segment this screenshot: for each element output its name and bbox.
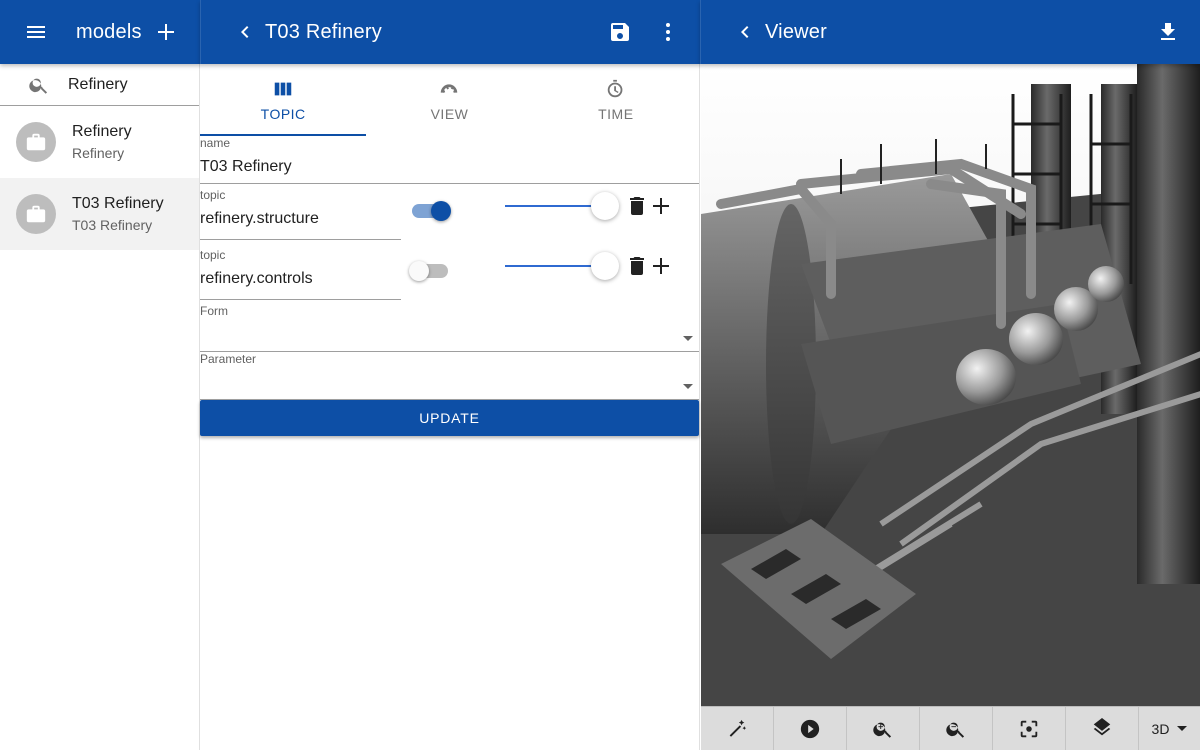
dimension-select[interactable]: 3D <box>1139 707 1200 750</box>
models-title: models <box>76 20 142 43</box>
chevron-down-icon <box>1177 726 1188 731</box>
models-panel: Refinery Refinery T03 Refinery T03 Refin… <box>0 64 200 750</box>
topic-label: topic <box>200 248 226 262</box>
update-button[interactable]: UPDATE <box>200 400 699 436</box>
tab-topic[interactable]: TOPIC <box>200 64 367 136</box>
more-vert-icon[interactable] <box>644 8 692 56</box>
play-icon[interactable] <box>774 707 847 750</box>
slider-knob[interactable] <box>591 192 619 220</box>
menu-icon[interactable] <box>12 8 60 56</box>
briefcase-icon <box>26 205 46 223</box>
briefcase-icon <box>26 133 46 151</box>
layers-icon[interactable] <box>1066 707 1139 750</box>
delete-icon[interactable] <box>625 194 649 218</box>
model-subtitle: T03 Refinery <box>72 217 153 233</box>
editor-title: T03 Refinery <box>265 20 382 43</box>
view-columns-icon <box>274 82 292 96</box>
topic-input[interactable] <box>200 210 401 228</box>
avatar <box>16 194 56 234</box>
editor-app-bar: T03 Refinery <box>200 0 700 64</box>
zoom-in-icon[interactable] <box>847 707 920 750</box>
name-label: name <box>200 136 231 150</box>
form-select[interactable]: Form <box>200 304 699 352</box>
3d-viewer-canvas[interactable] <box>701 64 1200 706</box>
save-icon[interactable] <box>596 8 644 56</box>
app: models T03 Refinery Viewer Refinery Refi… <box>0 0 1200 750</box>
topic-editor-panel: TOPIC VIEW TIME name topic <box>200 64 700 750</box>
model-name: T03 Refinery <box>72 195 164 212</box>
topic-row: topic <box>200 188 699 244</box>
parameter-select[interactable]: Parameter <box>200 352 699 400</box>
viewer-title: Viewer <box>765 20 827 43</box>
refinery-3d-render <box>701 64 1200 706</box>
model-name: Refinery <box>72 123 132 140</box>
add-icon[interactable] <box>146 8 186 56</box>
form-label: Form <box>200 304 228 318</box>
topic-visibility-toggle[interactable] <box>412 201 451 221</box>
tab-bar: TOPIC VIEW TIME <box>200 64 699 136</box>
dimension-value: 3D <box>1151 720 1170 737</box>
topic-input[interactable] <box>200 270 401 288</box>
name-field: name <box>200 136 699 184</box>
model-list-item[interactable]: Refinery Refinery <box>0 106 199 178</box>
magic-wand-icon[interactable] <box>701 707 774 750</box>
search-icon <box>29 78 48 94</box>
time-icon <box>607 79 623 98</box>
delete-icon[interactable] <box>625 254 649 278</box>
topic-label: topic <box>200 188 226 202</box>
add-topic-icon[interactable] <box>649 254 673 278</box>
models-app-bar: models <box>0 0 200 64</box>
dropdown-arrow-icon <box>683 384 693 389</box>
model-list: Refinery Refinery T03 Refinery T03 Refin… <box>0 106 199 250</box>
viewer-back-chevron-icon[interactable] <box>721 8 769 56</box>
zoom-out-icon[interactable] <box>920 707 993 750</box>
center-focus-icon[interactable] <box>993 707 1066 750</box>
tab-label: TOPIC <box>260 106 306 122</box>
tab-view[interactable]: VIEW <box>366 64 532 136</box>
slider-knob[interactable] <box>591 252 619 280</box>
tab-time[interactable]: TIME <box>533 64 699 136</box>
avatar <box>16 122 56 162</box>
add-topic-icon[interactable] <box>649 194 673 218</box>
dropdown-arrow-icon <box>683 336 693 341</box>
topic-field: topic <box>200 188 401 240</box>
tab-label: VIEW <box>430 106 469 122</box>
tab-label: TIME <box>598 106 634 122</box>
viewer-app-bar: Viewer <box>700 0 1200 64</box>
parameter-label: Parameter <box>200 352 257 366</box>
name-input[interactable] <box>200 158 699 176</box>
back-chevron-icon[interactable] <box>221 8 269 56</box>
model-list-item-selected[interactable]: T03 Refinery T03 Refinery <box>0 178 199 250</box>
search-bar <box>0 64 199 106</box>
viewer-toolbar: 3D <box>701 706 1200 750</box>
search-input[interactable] <box>68 75 188 94</box>
topic-row: topic <box>200 248 699 304</box>
topic-opacity-slider[interactable] <box>505 252 619 280</box>
view-icon <box>441 84 458 93</box>
download-icon[interactable] <box>1144 8 1192 56</box>
topic-field: topic <box>200 248 401 300</box>
topic-visibility-toggle[interactable] <box>409 261 448 281</box>
topic-opacity-slider[interactable] <box>505 192 619 220</box>
model-subtitle: Refinery <box>72 145 125 161</box>
